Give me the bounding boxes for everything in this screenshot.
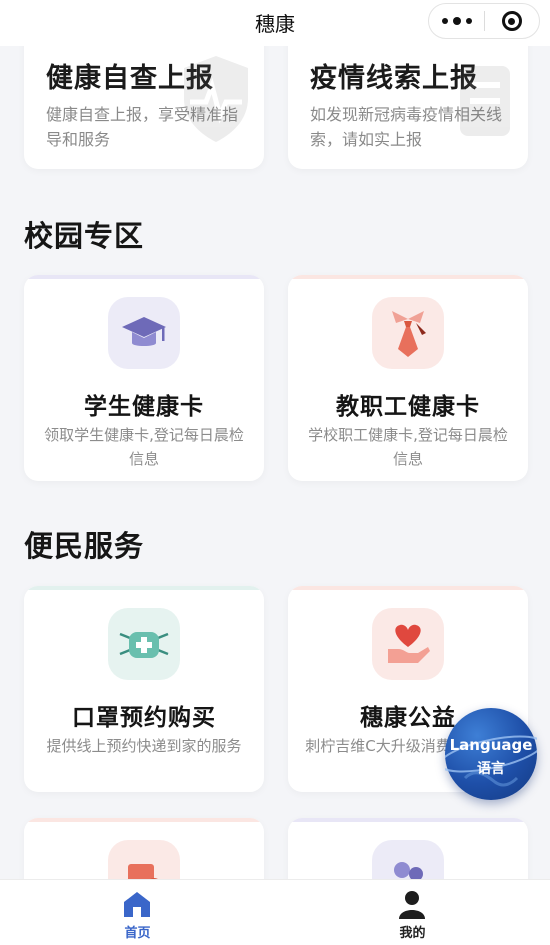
mini-program-capsule: [428, 3, 540, 39]
tile-title: 口罩预约购买: [72, 705, 216, 731]
health-self-report-card[interactable]: 健康自查上报 健康自查上报，享受精准指导和服务: [24, 46, 264, 169]
tab-home-label: 首页: [124, 926, 151, 941]
mask-booking-tile[interactable]: 口罩预约购买 提供线上预约快递到家的服务: [24, 586, 264, 792]
target-icon: [501, 11, 522, 31]
student-health-card-tile[interactable]: 学生健康卡 领取学生健康卡,登记每日晨检信息: [24, 275, 264, 481]
accent-bar: [288, 275, 528, 279]
accent-bar: [288, 818, 528, 822]
tab-home[interactable]: 首页: [0, 880, 275, 945]
document-icon: [460, 66, 510, 136]
close-miniprogram-button[interactable]: [485, 4, 539, 38]
tab-mine-label: 我的: [399, 926, 426, 941]
accent-bar: [288, 586, 528, 590]
accent-bar: [24, 275, 264, 279]
icon-box: [108, 297, 180, 369]
map-pin-icon: [128, 864, 158, 879]
partial-tile[interactable]: [24, 818, 264, 879]
globe-icon: [445, 735, 537, 787]
tab-mine[interactable]: 我的: [275, 880, 550, 945]
people-icon: [394, 862, 423, 879]
home-icon: [124, 892, 150, 917]
icon-box: [108, 840, 180, 879]
more-options-button[interactable]: [429, 4, 484, 38]
accent-bar: [24, 818, 264, 822]
shield-heartbeat-icon: [184, 56, 248, 142]
tile-title: 学生健康卡: [84, 394, 204, 420]
icon-box: [372, 297, 444, 369]
icon-box: [372, 840, 444, 879]
tile-desc: 领取学生健康卡,登记每日晨检信息: [44, 426, 244, 468]
section-title-services: 便民服务: [24, 529, 145, 563]
tile-desc: 学校职工健康卡,登记每日晨检信息: [308, 426, 508, 468]
dot-icon: [441, 18, 448, 24]
nav-bar: 穗康: [0, 0, 550, 46]
dot-icon: [465, 18, 472, 24]
face-mask-icon: [119, 632, 169, 658]
tile-desc: 提供线上预约快递到家的服务: [46, 737, 242, 755]
bottom-tab-bar: 首页 我的: [0, 879, 550, 945]
section-title-campus: 校园专区: [24, 219, 145, 253]
necktie-icon: [392, 311, 426, 357]
accent-bar: [24, 586, 264, 590]
graduation-cap-icon: [122, 317, 166, 346]
user-icon: [399, 891, 425, 919]
main-content: 健康自查上报 健康自查上报，享受精准指导和服务 疫情线索上报 如发现新冠病毒疫情…: [0, 46, 550, 879]
epidemic-clue-report-card[interactable]: 疫情线索上报 如发现新冠病毒疫情相关线索，请如实上报: [288, 46, 528, 169]
language-switch-button[interactable]: Language 语言: [445, 708, 537, 800]
dot-icon: [452, 17, 461, 25]
icon-box: [108, 608, 180, 680]
staff-health-card-tile[interactable]: 教职工健康卡 学校职工健康卡,登记每日晨检信息: [288, 275, 528, 481]
icon-box: [372, 608, 444, 680]
language-label-zh: 语言: [477, 761, 505, 777]
partial-tile[interactable]: [288, 818, 528, 879]
tile-title: 教职工健康卡: [336, 394, 480, 420]
language-label-en: Language: [449, 736, 533, 754]
heart-hand-icon: [388, 624, 430, 663]
